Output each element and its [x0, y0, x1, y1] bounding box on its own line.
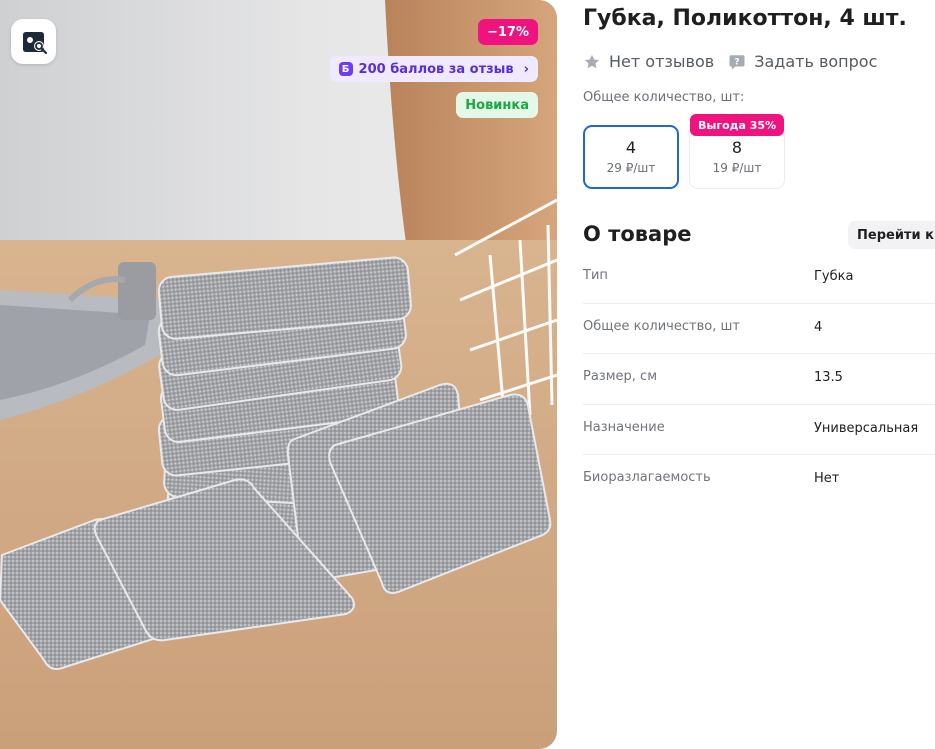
spec-value: 13.5: [814, 370, 843, 386]
variant-option-4[interactable]: 4 29 ₽/шт: [583, 125, 679, 189]
spec-key: Назначение: [583, 419, 665, 435]
variant-unit-price: 29 ₽/шт: [606, 161, 656, 175]
discount-badge: −17%: [477, 19, 538, 45]
review-points-badge[interactable]: Б 200 баллов за отзыв ›: [329, 56, 538, 82]
spec-key: Биоразлагаемость: [583, 470, 711, 486]
spec-value: Нет: [814, 471, 840, 487]
spec-value: Универсальная: [814, 420, 919, 436]
variant-qty: 8: [731, 138, 743, 157]
spec-table: Тип Губка Общее количество, шт 4 Размер,…: [583, 253, 935, 506]
spec-row-purpose: Назначение Универсальная: [583, 405, 935, 456]
spec-key: Общее количество, шт: [583, 318, 740, 334]
svg-text:?: ?: [735, 57, 740, 67]
product-info: Губка, Поликоттон, 4 шт. Нет отзывов ? З…: [583, 0, 935, 749]
spec-key: Тип: [583, 268, 608, 283]
ask-question-label: Задать вопрос: [754, 52, 878, 71]
spec-row-size: Размер, см 13.5: [583, 354, 935, 405]
about-section-title: О товаре: [583, 222, 692, 246]
review-points-label: 200 баллов за отзыв: [358, 61, 514, 77]
spec-key: Размер, см: [583, 369, 657, 385]
product-gallery[interactable]: −17% Б 200 баллов за отзыв › Новинка: [0, 0, 557, 749]
savings-badge: Выгода 35%: [690, 114, 785, 136]
star-icon: [584, 54, 600, 68]
ask-question-link[interactable]: ? Задать вопрос: [728, 52, 877, 71]
variant-unit-price: 19 ₽/шт: [712, 161, 762, 175]
question-bubble-icon: ?: [729, 54, 745, 69]
chevron-right-icon: ›: [523, 61, 529, 77]
spec-value: 4: [814, 319, 823, 335]
spec-row-quantity: Общее количество, шт 4: [583, 304, 935, 355]
image-search-button[interactable]: [11, 19, 56, 64]
goto-description-button[interactable]: Перейти к: [848, 221, 935, 249]
spec-row-type: Тип Губка: [583, 253, 935, 304]
reviews-label: Нет отзывов: [609, 52, 715, 71]
image-search-icon: [22, 31, 47, 54]
quantity-label: Общее количество, шт:: [583, 90, 745, 105]
bonus-points-icon: Б: [338, 62, 353, 76]
new-badge: Новинка: [456, 92, 538, 118]
variant-qty: 4: [625, 138, 637, 157]
product-page: −17% Б 200 баллов за отзыв › Новинка Губ…: [0, 0, 935, 749]
spec-value: Губка: [814, 269, 854, 284]
product-title: Губка, Поликоттон, 4 шт.: [583, 6, 907, 31]
reviews-link[interactable]: Нет отзывов: [583, 52, 714, 71]
spec-row-biodegradable: Биоразлагаемость Нет: [583, 455, 935, 506]
product-meta-row: Нет отзывов ? Задать вопрос: [583, 52, 877, 71]
